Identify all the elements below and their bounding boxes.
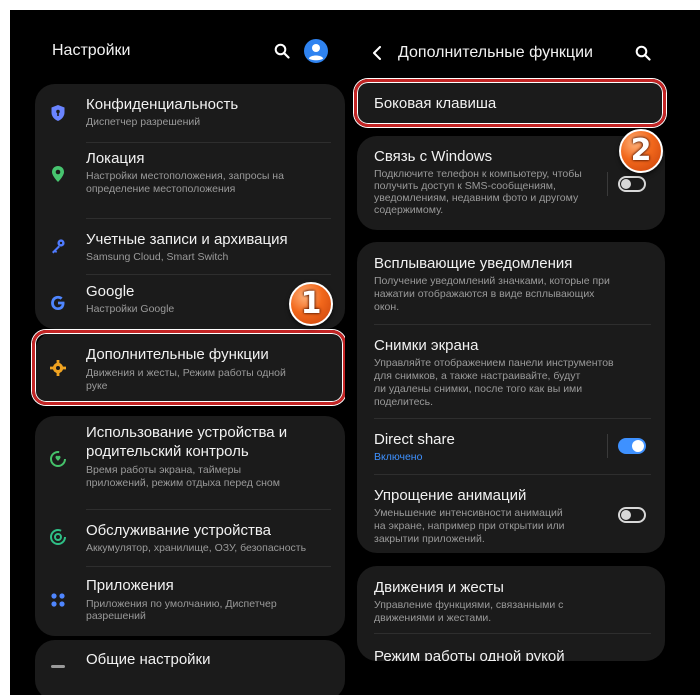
setting-title: Связь с Windows <box>374 148 493 165</box>
setting-subtitle: получить доступ к SMS-сообщениям, <box>374 180 556 192</box>
setting-subtitle: содержимому. <box>374 204 444 216</box>
settings-header: Настройки <box>10 24 345 78</box>
setting-subtitle: на экране, например при открытии или <box>374 520 565 532</box>
highlight-advanced-features <box>32 330 345 405</box>
setting-subtitle: Приложения по умолчанию, Диспетчер <box>86 598 277 610</box>
google-icon <box>49 294 67 312</box>
setting-title: Direct share <box>374 431 455 448</box>
setting-subtitle: определение местоположения <box>86 183 236 195</box>
reduce-animations-toggle[interactable] <box>618 507 646 523</box>
wellbeing-icon <box>49 450 67 468</box>
setting-title: Снимки экрана <box>374 337 479 354</box>
setting-title: Режим работы одной рукой <box>374 648 565 661</box>
advanced-group-notifications: Всплывающие уведомления Получение уведом… <box>357 242 665 553</box>
advanced-features-header: Дополнительные функции <box>345 26 700 80</box>
search-icon[interactable] <box>633 43 653 63</box>
setting-subtitle: Управление функциями, связанными с <box>374 599 564 611</box>
setting-title: Всплывающие уведомления <box>374 255 573 272</box>
setting-subtitle: Диспетчер разрешений <box>86 116 201 128</box>
setting-device-care[interactable]: Обслуживание устройства Аккумулятор, хра… <box>35 510 345 564</box>
setting-privacy[interactable]: Конфиденциальность Диспетчер разрешений <box>35 84 345 142</box>
setting-subtitle: нажатии отображаются в виде всплывающих <box>374 288 595 300</box>
setting-title: Использование устройства и <box>86 424 288 441</box>
screen-edge-strip <box>345 0 700 10</box>
setting-status: Включено <box>374 451 423 463</box>
setting-smart-popup[interactable]: Всплывающие уведомления Получение уведом… <box>357 242 665 322</box>
setting-subtitle: Аккумулятор, хранилище, ОЗУ, безопасност… <box>86 542 307 554</box>
general-settings-icon <box>49 658 67 676</box>
setting-one-handed-mode[interactable]: Режим работы одной рукой <box>357 634 665 661</box>
direct-share-toggle[interactable] <box>618 438 646 454</box>
advanced-group-motions: Движения и жесты Управление функциями, с… <box>357 566 665 661</box>
setting-subtitle: приложений, режим отдыха перед сном <box>86 477 280 489</box>
setting-subtitle: Уменьшение интенсивности анимаций <box>374 507 563 519</box>
step-badge-1: 1 <box>289 282 333 326</box>
setting-reduce-animations[interactable]: Упрощение анимаций Уменьшение интенсивно… <box>357 475 665 553</box>
setting-subtitle: Управляйте отображением панели инструмен… <box>374 357 614 369</box>
setting-subtitle: поделитесь. <box>374 396 434 408</box>
setting-subtitle: Настройки Google <box>86 303 175 315</box>
toggle-separator <box>607 434 608 458</box>
setting-title: Общие настройки <box>86 651 211 668</box>
setting-subtitle: закрытии приложений. <box>374 533 485 545</box>
setting-subtitle: разрешений <box>86 610 146 622</box>
setting-subtitle: Получение уведомлений значками, которые … <box>374 275 610 287</box>
setting-digital-wellbeing[interactable]: Использование устройства и родительский … <box>35 416 345 502</box>
setting-direct-share[interactable]: Direct share Включено <box>357 419 665 473</box>
setting-subtitle: ли удалены снимки, после того как вы ими <box>374 383 583 395</box>
apps-grid-icon <box>49 591 67 609</box>
setting-general[interactable]: Общие настройки <box>35 640 345 680</box>
setting-location[interactable]: Локация Настройки местоположения, запрос… <box>35 143 345 210</box>
setting-accounts-backup[interactable]: Учетные записи и архивация Samsung Cloud… <box>35 219 345 273</box>
setting-motions-gestures[interactable]: Движения и жесты Управление функциями, с… <box>357 566 665 632</box>
toggle-separator <box>607 172 608 196</box>
settings-group-device: Использование устройства и родительский … <box>35 416 345 636</box>
setting-title: Движения и жесты <box>374 579 504 596</box>
setting-subtitle: Подключите телефон к компьютеру, чтобы <box>374 168 582 180</box>
step-badge-2: 2 <box>619 129 663 173</box>
search-icon[interactable] <box>272 41 292 61</box>
setting-screenshots[interactable]: Снимки экрана Управляйте отображением па… <box>357 325 665 415</box>
setting-subtitle: уведомлениям, недавним фото и другому <box>374 192 579 204</box>
setting-title: Учетные записи и архивация <box>86 231 288 248</box>
settings-screen: Настройки Конфиденциальность Диспетчер р… <box>10 10 345 695</box>
setting-subtitle: движениями и жестами. <box>374 612 492 624</box>
setting-subtitle: для снимков, а также настраивайте, будут <box>374 370 581 382</box>
highlight-side-key <box>354 79 666 127</box>
key-icon <box>49 237 67 255</box>
link-windows-toggle[interactable] <box>618 176 646 192</box>
back-arrow-icon[interactable] <box>372 43 386 63</box>
advanced-features-screen: Дополнительные функции Боковая клавиша С… <box>345 0 700 695</box>
setting-subtitle: Настройки местоположения, запросы на <box>86 170 284 182</box>
setting-title: Упрощение анимаций <box>374 487 527 504</box>
setting-title: Конфиденциальность <box>86 96 239 113</box>
setting-title: Google <box>86 283 135 300</box>
page-title: Настройки <box>52 42 131 59</box>
setting-title: родительский контроль <box>86 443 249 460</box>
setting-title: Локация <box>86 150 145 167</box>
setting-subtitle: Samsung Cloud, Smart Switch <box>86 251 229 263</box>
setting-title: Обслуживание устройства <box>86 522 272 539</box>
profile-avatar-icon[interactable] <box>304 39 328 63</box>
location-pin-icon <box>49 165 67 183</box>
setting-apps[interactable]: Приложения Приложения по умолчанию, Дисп… <box>35 567 345 635</box>
setting-subtitle: окон. <box>374 301 400 313</box>
settings-group-general: Общие настройки <box>35 640 345 695</box>
setting-title: Приложения <box>86 577 174 594</box>
setting-subtitle: Время работы экрана, таймеры <box>86 464 242 476</box>
shield-icon <box>49 104 67 122</box>
page-title: Дополнительные функции <box>398 44 593 61</box>
device-care-icon <box>49 528 67 546</box>
